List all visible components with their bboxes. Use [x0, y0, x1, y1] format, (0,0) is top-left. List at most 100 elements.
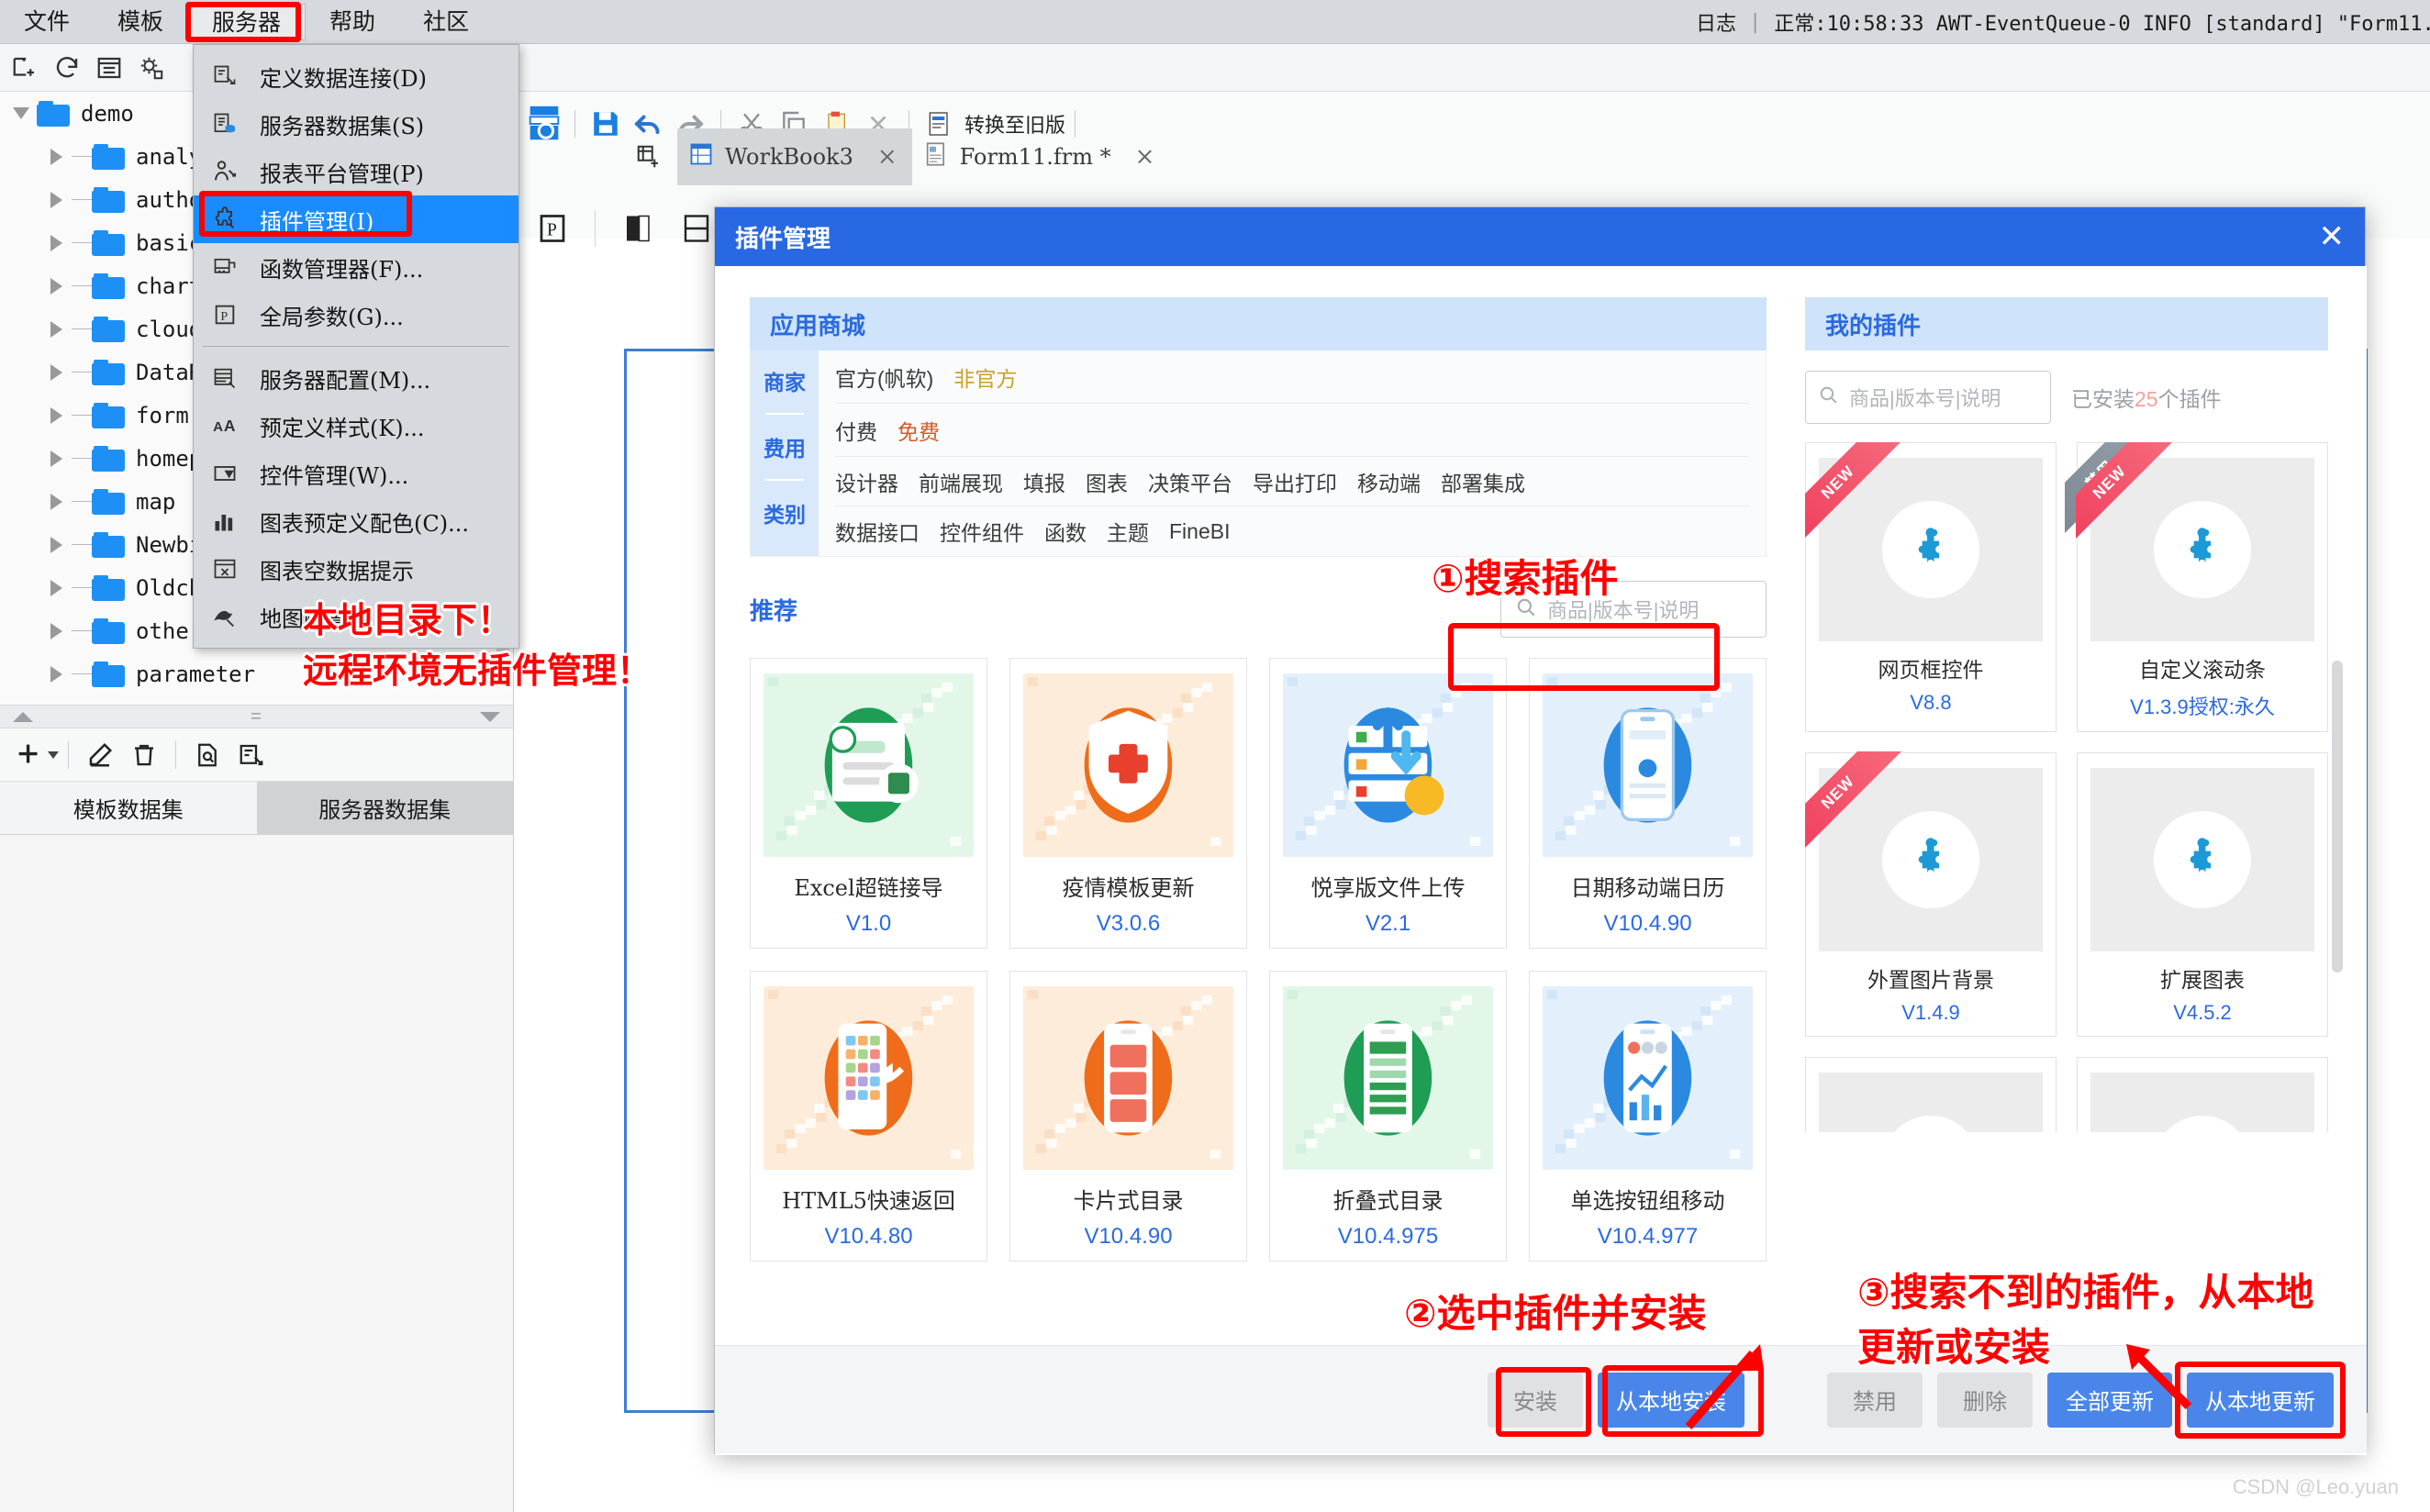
expand-arrow-right-icon[interactable] — [40, 320, 72, 338]
disable-button[interactable]: 禁用 — [1827, 1372, 1923, 1428]
menu-item-chart-empty[interactable]: 图表空数据提示 — [194, 545, 518, 593]
param-icon[interactable]: P — [527, 206, 578, 251]
filter-chip[interactable]: 图表 — [1086, 466, 1128, 497]
menu-item-plugin[interactable]: 插件管理(I) — [194, 191, 518, 243]
annotation-arrow-1 — [1685, 1344, 1764, 1429]
expand-arrow-right-icon[interactable] — [40, 536, 72, 553]
menu-item-server-config[interactable]: 服务器配置(M)... — [194, 354, 518, 402]
tab-workbook3[interactable]: WorkBook3 × — [677, 128, 912, 185]
menu-item-chart-color[interactable]: 图表预定义配色(C)... — [194, 497, 518, 545]
delete-button[interactable]: 删除 — [1937, 1372, 2033, 1428]
filter-chip[interactable]: 前端展现 — [919, 466, 1003, 497]
filter-chip[interactable]: FineBI — [1169, 519, 1230, 544]
expand-arrow-right-icon[interactable] — [40, 579, 72, 596]
edit-icon[interactable] — [78, 735, 122, 775]
expand-arrow-right-icon[interactable] — [40, 277, 72, 295]
filter-chip[interactable]: 移动端 — [1357, 466, 1421, 497]
plugin-card[interactable]: 日期移动端日历 V10.4.90 — [1529, 658, 1767, 949]
filter-chip[interactable]: 数据接口 — [835, 516, 920, 547]
installed-plugin-card[interactable]: NEW 网页框控件 V8.8 — [1805, 442, 2057, 732]
plugin-card[interactable]: 悦享版文件上传 V2.1 — [1269, 658, 1507, 949]
expand-arrow-right-icon[interactable] — [40, 450, 72, 467]
filter-chip[interactable]: 主题 — [1107, 516, 1149, 547]
add-icon[interactable] — [7, 735, 51, 775]
plugin-card[interactable]: 折叠式目录 V10.4.975 — [1269, 971, 1507, 1262]
filter-chip[interactable]: 决策平台 — [1148, 466, 1232, 497]
menu-file[interactable]: 文件 — [0, 4, 94, 40]
expand-arrow-right-icon[interactable] — [40, 406, 72, 424]
filter-chip[interactable]: 付费 — [835, 415, 877, 446]
plugin-card[interactable]: 单选按钮组移动 V10.4.977 — [1529, 971, 1767, 1262]
list-view-icon[interactable] — [88, 49, 130, 87]
expand-arrow-right-icon[interactable] — [40, 622, 72, 639]
filter-chip[interactable]: 官方(帆软) — [835, 361, 933, 393]
tab-form11[interactable]: Form11.frm * × — [912, 128, 1170, 185]
preview-icon[interactable] — [185, 735, 229, 775]
filter-chip[interactable]: 非官方 — [953, 361, 1017, 393]
menu-help[interactable]: 帮助 — [306, 4, 399, 40]
close-icon[interactable]: ✕ — [2319, 221, 2346, 252]
block-icon[interactable] — [612, 206, 663, 251]
installed-plugin-card[interactable]: 扩展图表 V4.5.2 — [2077, 752, 2328, 1037]
filter-chip[interactable]: 部署集成 — [1441, 466, 1525, 497]
filter-chip[interactable]: 设计器 — [835, 466, 898, 497]
refresh-icon[interactable] — [46, 49, 88, 87]
plugin-card[interactable]: 疫情模板更新 V3.0.6 — [1009, 658, 1247, 949]
save-icon[interactable] — [585, 105, 627, 143]
expand-arrow-right-icon[interactable] — [40, 665, 72, 683]
expand-arrow-down-icon[interactable] — [6, 107, 37, 119]
menu-item-parameter[interactable]: P 全局参数(G)... — [194, 291, 518, 339]
menu-item-data-connection[interactable]: 定义数据连接(D) — [194, 52, 518, 100]
my-plugins-search-input[interactable]: 商品|版本号|说明 — [1805, 371, 2051, 424]
installed-plugin-card[interactable]: 决策报表新自适V10.4.9.10 — [2077, 1057, 2328, 1132]
update-from-local-button[interactable]: 从本地更新 — [2187, 1372, 2334, 1428]
filter-row-cost: 付费 免费 — [835, 404, 1749, 457]
plugin-card[interactable]: HTML5快速返回 V10.4.80 — [750, 971, 987, 1262]
filter-chip[interactable]: 控件组件 — [940, 516, 1024, 547]
collapse-down-icon[interactable] — [480, 711, 500, 722]
expand-arrow-right-icon[interactable] — [40, 148, 72, 165]
menu-item-server-dataset[interactable]: 服务器数据集(S) — [194, 100, 518, 148]
installed-plugin-card[interactable]: NEW 外置图片背景 V1.4.9 — [1805, 751, 2057, 1037]
installed-plugin-card[interactable]: 组件复用V1.4.1 — [1805, 1057, 2057, 1132]
filter-chip[interactable]: 函数 — [1044, 516, 1087, 547]
menu-template[interactable]: 模板 — [94, 4, 187, 40]
menu-item-function[interactable]: 函数管理器(F)... — [194, 243, 518, 291]
panel-splitter[interactable]: = — [0, 705, 513, 728]
expand-arrow-right-icon[interactable] — [40, 493, 72, 510]
settings-icon[interactable] — [130, 49, 173, 87]
splitter-grip[interactable]: = — [251, 707, 262, 726]
tree-item[interactable]: Phone — [0, 695, 513, 705]
installed-plugin-card[interactable]: 禁用NEW自定义滚动条V1.3.9授权:永久 — [2065, 442, 2328, 732]
my-plugins-scrollbar[interactable] — [2332, 661, 2343, 973]
tab-server-dataset[interactable]: 服务器数据集 — [256, 782, 513, 834]
expand-arrow-right-icon[interactable] — [40, 191, 72, 208]
close-icon[interactable]: × — [1135, 143, 1155, 171]
expand-arrow-right-icon[interactable] — [40, 363, 72, 381]
connection-icon[interactable] — [229, 735, 273, 775]
menu-item-widget[interactable]: 控件管理(W)... — [194, 450, 518, 497]
menu-item-style[interactable]: A A 预定义样式(K)... — [194, 402, 518, 450]
new-folder-icon[interactable] — [4, 49, 46, 87]
delete-icon[interactable] — [122, 735, 166, 775]
filter-chip[interactable]: 导出打印 — [1253, 466, 1337, 497]
plugin-card[interactable]: Excel超链接导 V1.0 — [750, 658, 987, 949]
menu-community[interactable]: 社区 — [399, 4, 493, 40]
template-preview-icon[interactable] — [523, 105, 565, 143]
expand-arrow-right-icon[interactable] — [40, 234, 72, 251]
add-dropdown-icon[interactable] — [48, 750, 59, 759]
collapse-up-icon[interactable] — [13, 711, 33, 722]
filter-chip[interactable]: 填报 — [1023, 466, 1065, 497]
menu-item-platform-admin[interactable]: 报表平台管理(P) — [194, 148, 518, 195]
dialog-title-bar: 插件管理 ✕ — [715, 207, 2365, 266]
filter-chip[interactable]: 免费 — [897, 415, 940, 446]
plugin-thumbnail — [2090, 1073, 2314, 1132]
tab-template-dataset[interactable]: 模板数据集 — [0, 782, 257, 834]
plugin-card[interactable]: 卡片式目录 V10.4.90 — [1009, 971, 1247, 1262]
close-icon[interactable]: × — [877, 143, 897, 171]
my-plugins-search-placeholder: 商品|版本号|说明 — [1849, 387, 2001, 410]
tab-add[interactable] — [624, 128, 677, 185]
menu-item-label: 定义数据连接(D) — [260, 65, 427, 92]
menu-server[interactable]: 服务器 — [187, 3, 307, 40]
install-button[interactable]: 安装 — [1488, 1372, 1583, 1428]
